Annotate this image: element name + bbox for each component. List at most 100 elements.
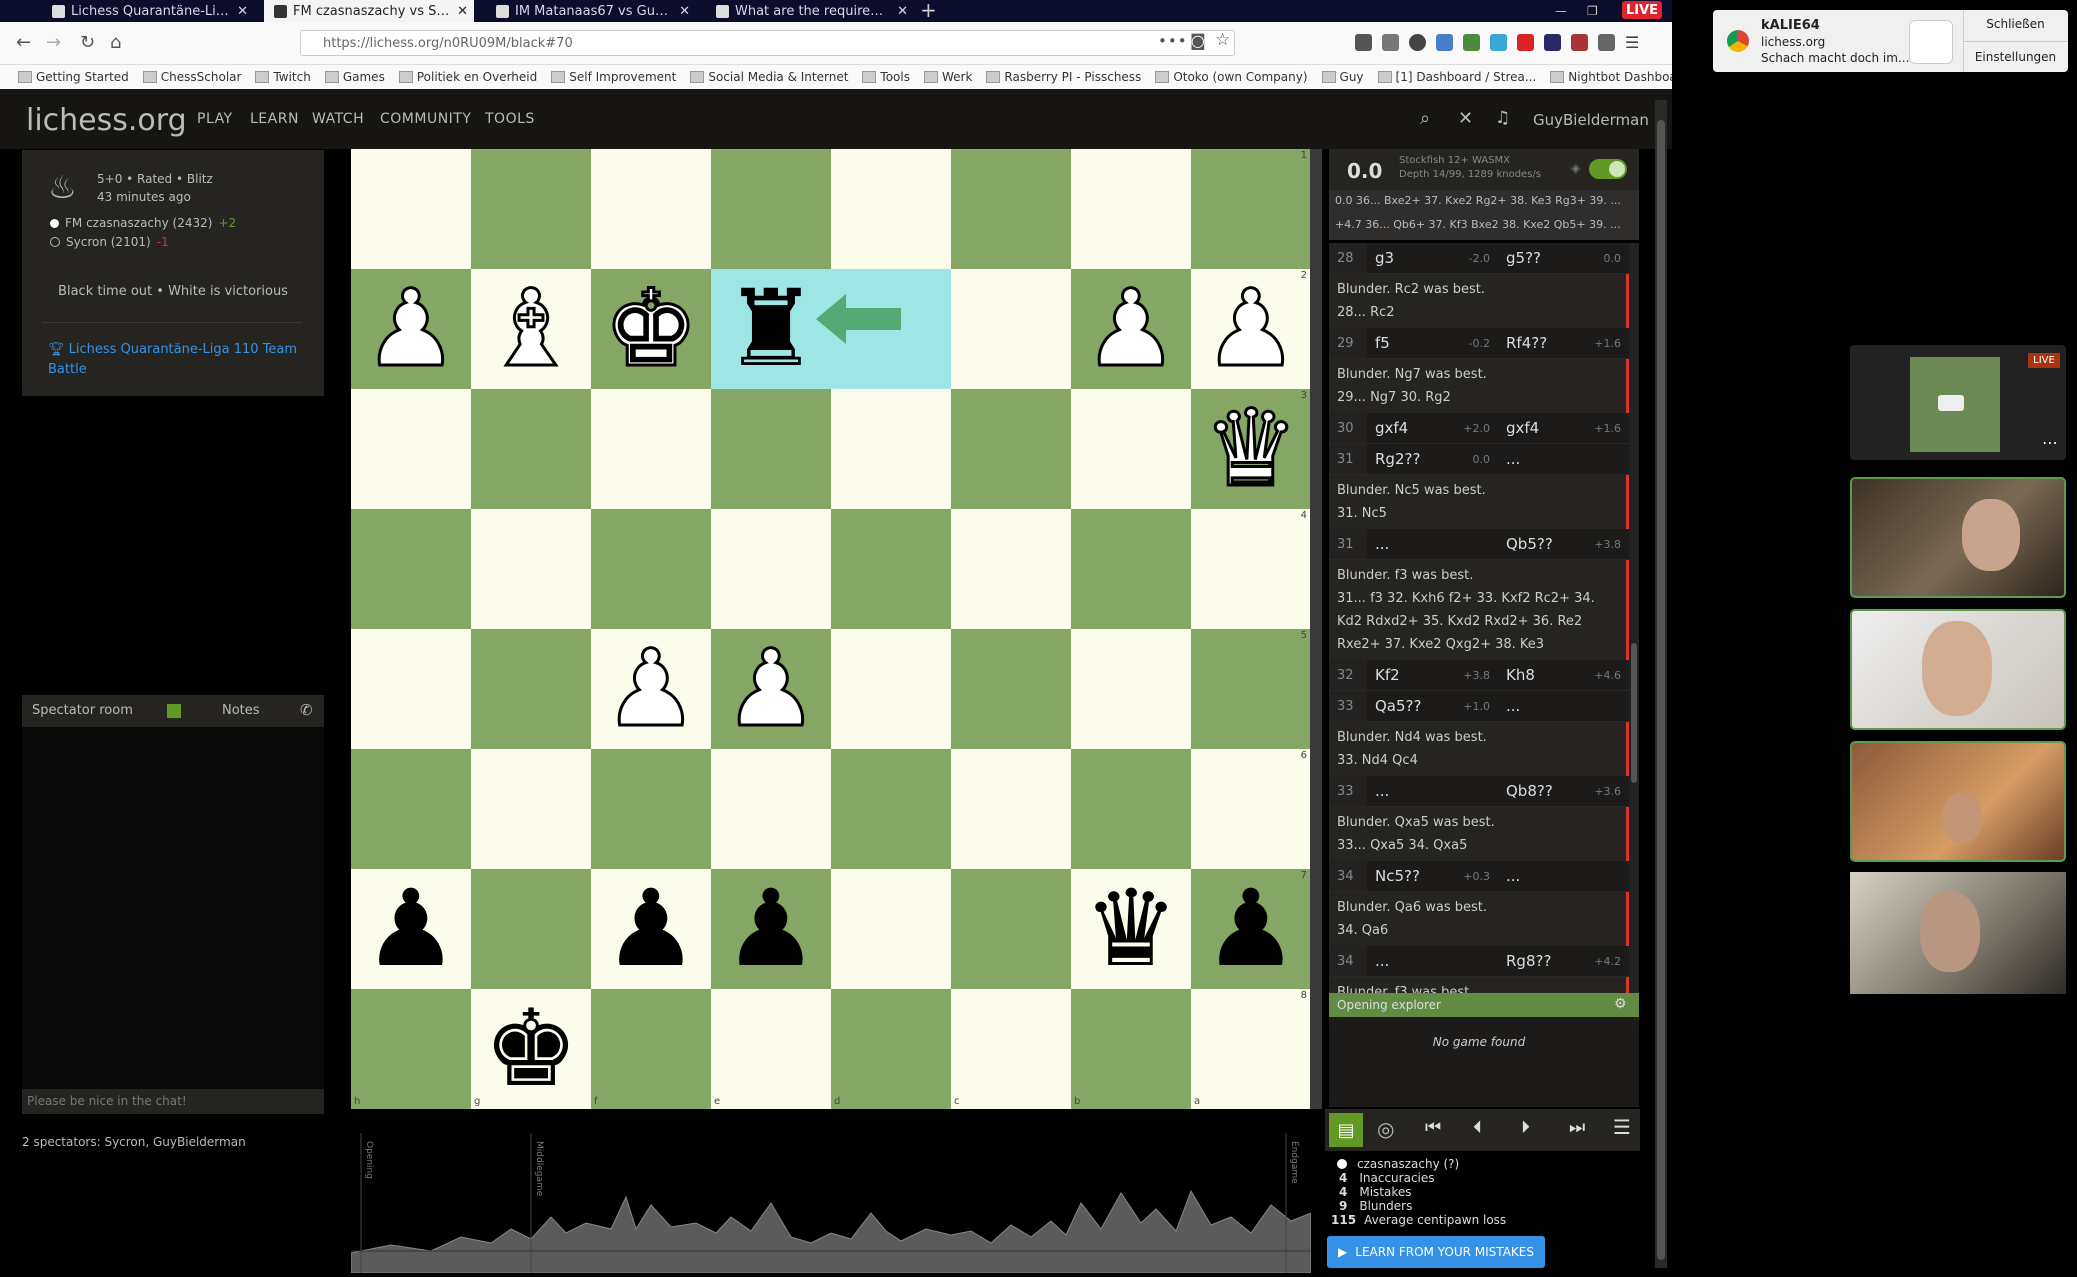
extension-icon[interactable] — [1463, 34, 1480, 51]
board-square[interactable] — [831, 149, 951, 269]
board-square[interactable] — [951, 629, 1071, 749]
extension-icon[interactable] — [1598, 34, 1615, 51]
board-square[interactable] — [951, 869, 1071, 989]
board-square[interactable] — [351, 389, 471, 509]
comment-line[interactable]: 31. Nc5 — [1337, 502, 1618, 525]
board-square[interactable]: ♟ 2 — [1191, 269, 1311, 389]
black-move[interactable]: g5?? 0.0 — [1498, 249, 1629, 267]
home-icon[interactable]: ⌂ — [110, 32, 121, 53]
black-pawn-icon[interactable]: ♟ — [603, 876, 698, 982]
close-tab-icon[interactable]: ✕ — [237, 4, 248, 19]
account-icon[interactable] — [1409, 34, 1426, 51]
opening-explorer-header[interactable]: Opening explorer ⚙ — [1329, 993, 1639, 1017]
board-square[interactable] — [831, 389, 951, 509]
browser-tab[interactable]: IM Matanaas67 vs GuyBielderm ✕ — [486, 0, 696, 22]
bookmark-item[interactable]: Getting Started — [18, 70, 129, 84]
extension-icon[interactable] — [1436, 34, 1453, 51]
board-square[interactable] — [591, 749, 711, 869]
board-square[interactable]: ♟ — [711, 869, 831, 989]
white-move[interactable]: g3 -2.0 — [1367, 249, 1498, 267]
last-move-icon[interactable]: ⏭ — [1569, 1117, 1585, 1138]
white-move[interactable]: ... — [1367, 952, 1498, 970]
engine-pv-1[interactable]: 0.0 36... Bxe2+ 37. Kxe2 Rg2+ 38. Ke3 Rg… — [1335, 194, 1621, 207]
board-square[interactable] — [351, 629, 471, 749]
board-square[interactable]: ♜ — [711, 269, 831, 389]
comment-line[interactable]: 28... Rc2 — [1337, 301, 1618, 324]
library-icon[interactable] — [1355, 34, 1372, 51]
board-square[interactable] — [831, 509, 951, 629]
bookmark-item[interactable]: Politiek en Overheid — [398, 70, 537, 84]
white-pawn-icon[interactable]: ♟ — [602, 634, 700, 743]
challenge-icon[interactable]: ✕ — [1458, 108, 1473, 129]
board-square[interactable]: ♟ — [1071, 269, 1191, 389]
board-square[interactable] — [591, 389, 711, 509]
pocket-icon[interactable]: ◙ — [1190, 31, 1206, 50]
browser-tab[interactable]: What are the requirements for ✕ — [706, 0, 914, 22]
black-move[interactable]: Rg8?? +4.2 — [1498, 952, 1629, 970]
board-square[interactable]: 1 — [1191, 149, 1311, 269]
bookmark-item[interactable]: Otoko (own Company) — [1155, 70, 1308, 84]
board-square[interactable]: ♟ — [351, 869, 471, 989]
move-list-scrollbar[interactable] — [1629, 243, 1639, 993]
board-square[interactable]: c — [951, 989, 1071, 1109]
board-square[interactable]: ♟ — [591, 869, 711, 989]
board-square[interactable]: ♚ — [591, 269, 711, 389]
more-options-icon[interactable]: ⋯ — [2042, 433, 2058, 452]
browser-tab[interactable]: Lichess Quarantäne-Liga 118 T ✕ — [42, 0, 254, 22]
board-square[interactable] — [471, 149, 591, 269]
notifications-bell-icon[interactable]: ♫ — [1495, 108, 1510, 128]
black-player[interactable]: Sycron (2101) — [66, 235, 151, 249]
bookmark-item[interactable]: Social Media & Internet — [690, 70, 848, 84]
extension-icon[interactable] — [1517, 34, 1534, 51]
board-square[interactable]: b — [1071, 989, 1191, 1109]
user-menu[interactable]: GuyBielderman — [1533, 111, 1649, 129]
board-square[interactable] — [951, 149, 1071, 269]
notification-close-button[interactable]: Schließen — [1963, 17, 2068, 31]
board-square[interactable] — [711, 389, 831, 509]
board-square[interactable] — [351, 509, 471, 629]
white-move[interactable]: f5 -0.2 — [1367, 334, 1498, 352]
bookmark-item[interactable]: Guy — [1321, 70, 1364, 84]
practice-icon[interactable]: ◎ — [1377, 1117, 1394, 1141]
site-logo[interactable]: lichess.org — [26, 103, 187, 138]
menu-icon[interactable]: ☰ — [1625, 34, 1642, 51]
board-square[interactable] — [1071, 509, 1191, 629]
board-square[interactable] — [711, 149, 831, 269]
board-square[interactable] — [711, 749, 831, 869]
bookmark-star-icon[interactable]: ☆ — [1215, 30, 1230, 50]
stream-preview[interactable]: LIVE ⋯ — [1850, 345, 2066, 460]
board-square[interactable] — [471, 869, 591, 989]
bookmark-item[interactable]: [1] Dashboard / Strea... — [1377, 70, 1536, 84]
board-square[interactable] — [831, 629, 951, 749]
black-move[interactable]: Rf4?? +1.6 — [1498, 334, 1629, 352]
board-square[interactable] — [831, 749, 951, 869]
board-square[interactable] — [951, 389, 1071, 509]
board-square[interactable] — [951, 269, 1071, 389]
white-pawn-icon[interactable]: ♟ — [722, 634, 820, 743]
white-move[interactable]: Nc5?? +0.3 — [1367, 867, 1498, 885]
board-square[interactable]: 8a — [1191, 989, 1311, 1109]
nav-play[interactable]: PLAY — [197, 111, 233, 127]
black-pawn-icon[interactable]: ♟ — [363, 876, 458, 982]
browser-tab-active[interactable]: FM czasnaszachy vs Sycron ✕ — [264, 0, 474, 22]
nav-learn[interactable]: LEARN — [250, 111, 299, 127]
comment-line[interactable]: 34. Qa6 — [1337, 919, 1618, 942]
desktop-notification[interactable]: kALIE64 lichess.org Schach macht doch im… — [1713, 10, 2068, 72]
black-move[interactable]: ... — [1498, 697, 1629, 715]
board-square[interactable] — [951, 749, 1071, 869]
comment-line[interactable]: 33... Qxa5 34. Qxa5 — [1337, 834, 1618, 857]
bookmark-item[interactable]: Nightbot Dashboard — [1550, 70, 1672, 84]
url-bar[interactable]: https://lichess.org/n0RU09M/black#70 — [300, 30, 1235, 56]
tab-spectator-room[interactable]: Spectator room — [32, 703, 133, 718]
white-move[interactable]: ... — [1367, 782, 1498, 800]
extension-icon[interactable] — [1571, 34, 1588, 51]
board-square[interactable] — [1071, 629, 1191, 749]
restore-icon[interactable]: ❐ — [1587, 4, 1598, 18]
board-square[interactable]: ♝ — [471, 269, 591, 389]
board-square[interactable] — [1071, 149, 1191, 269]
forward-icon[interactable]: → — [46, 32, 61, 53]
board-square[interactable]: 5 — [1191, 629, 1311, 749]
close-tab-icon[interactable]: ✕ — [897, 4, 908, 19]
reload-icon[interactable]: ↻ — [80, 32, 95, 53]
close-tab-icon[interactable]: ✕ — [679, 4, 690, 19]
